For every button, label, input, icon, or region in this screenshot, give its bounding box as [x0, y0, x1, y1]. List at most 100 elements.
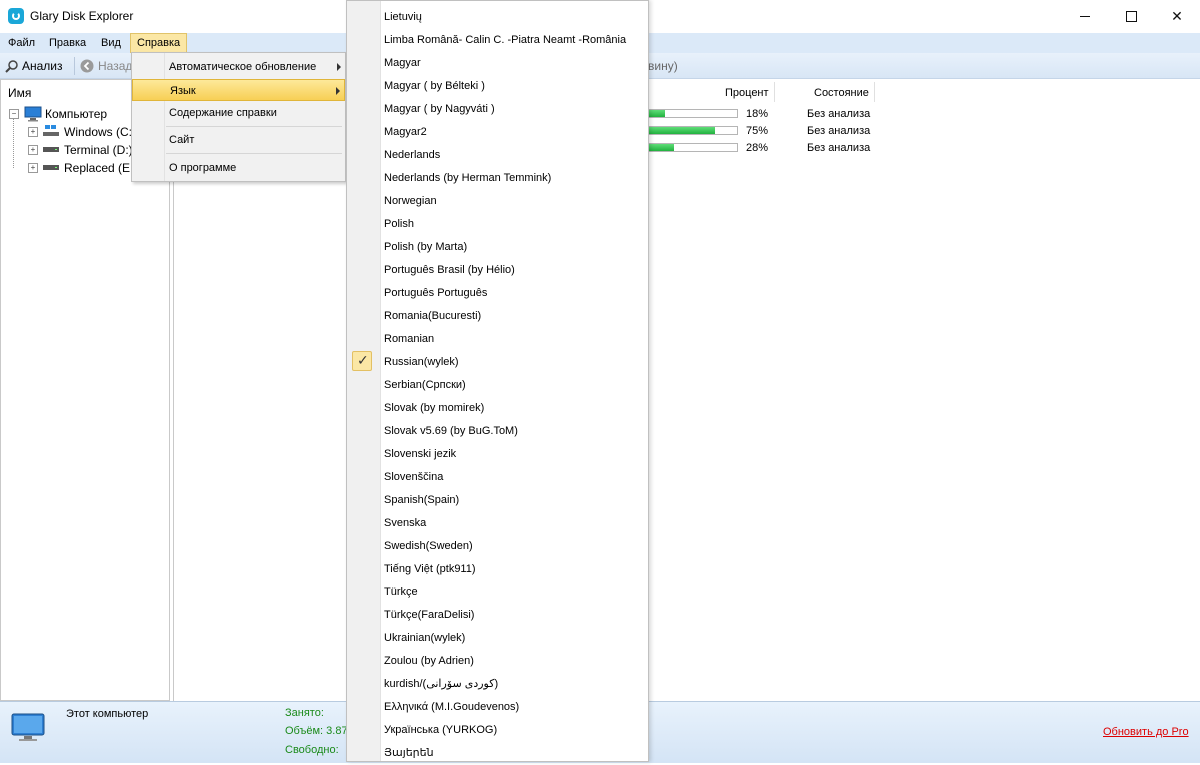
tree-item-drive[interactable]: Terminal (D:): [64, 141, 133, 159]
percent-value: 75%: [746, 125, 769, 137]
language-item[interactable]: Slovak v5.69 (by BuG.ToM): [384, 420, 518, 443]
tree-expander-drive-d[interactable]: +: [28, 145, 38, 155]
state-value: Без анализа: [807, 108, 871, 120]
menu-edit[interactable]: Правка: [43, 33, 92, 53]
percent-value: 28%: [746, 142, 769, 154]
language-item[interactable]: Tiếng Việt (ptk911): [384, 558, 476, 581]
language-item[interactable]: Slovenski jezik: [384, 443, 456, 466]
language-item[interactable]: Nederlands: [384, 144, 440, 167]
back-arrow-icon: [80, 59, 94, 73]
status-title: Этот компьютер: [66, 708, 149, 720]
window-title: Glary Disk Explorer: [30, 9, 134, 23]
language-item[interactable]: Ukrainian(wylek): [384, 627, 465, 650]
language-item[interactable]: Magyar2: [384, 121, 427, 144]
language-item[interactable]: Lietuvių: [384, 6, 422, 29]
language-item[interactable]: Polish: [384, 213, 414, 236]
windows-drive-icon: [43, 125, 59, 136]
language-item[interactable]: Zoulou (by Adrien): [384, 650, 474, 673]
language-item[interactable]: Swedish(Sweden): [384, 535, 473, 558]
language-item[interactable]: Russian(wylek): [384, 351, 459, 374]
menu-item-about[interactable]: О программе: [132, 157, 345, 179]
tree-expander-computer[interactable]: −: [9, 109, 19, 119]
language-item[interactable]: Romanian: [384, 328, 434, 351]
tree-item-computer[interactable]: Компьютер: [45, 105, 107, 123]
usage-progress-fill: [649, 110, 665, 117]
menu-file[interactable]: Файл: [2, 33, 41, 53]
language-menu-gutter: [347, 1, 381, 761]
back-button[interactable]: Назад: [80, 56, 132, 76]
submenu-arrow-icon: [336, 87, 340, 95]
usage-progress-bar: [648, 126, 738, 135]
language-item[interactable]: Svenska: [384, 512, 426, 535]
language-item[interactable]: Português Brasil (by Hélio): [384, 259, 515, 282]
language-menu: Lietuvių Limba Română- Calin C. -Piatra N…: [346, 0, 649, 762]
analyze-button[interactable]: Анализ: [4, 56, 63, 76]
checkmark-icon: [352, 351, 372, 371]
submenu-arrow-icon: [337, 63, 341, 71]
maximize-button[interactable]: [1108, 0, 1154, 33]
menu-item-label: Содержание справки: [169, 107, 277, 119]
menu-view[interactable]: Вид: [95, 33, 127, 53]
language-item[interactable]: Nederlands (by Herman Temmink): [384, 167, 551, 190]
menu-item-label: О программе: [169, 162, 237, 174]
column-header-percent[interactable]: Процент: [725, 87, 769, 99]
language-item[interactable]: Slovenščina: [384, 466, 443, 489]
language-item[interactable]: Polish (by Marta): [384, 236, 467, 259]
language-item[interactable]: Slovak (by momirek): [384, 397, 484, 420]
language-item[interactable]: Magyar ( by Nagyváti ): [384, 98, 495, 121]
toolbar-separator: [74, 57, 75, 75]
menu-item-help-contents[interactable]: Содержание справки: [132, 102, 345, 124]
menu-separator: [166, 153, 342, 154]
toolbar-path-text: вину): [648, 59, 678, 73]
tree-expander-drive-c[interactable]: +: [28, 127, 38, 137]
language-item[interactable]: Magyar: [384, 52, 421, 75]
computer-icon: [24, 106, 42, 122]
menu-item-label: Язык: [170, 85, 196, 97]
status-used: Занято:: [285, 707, 324, 719]
usage-progress-fill: [649, 127, 715, 134]
menu-help[interactable]: Справка: [130, 33, 188, 53]
column-divider: [874, 82, 875, 102]
status-free: Свободно:: [285, 744, 339, 756]
status-volume: Объём: 3.87: [285, 725, 348, 737]
menu-item-website[interactable]: Сайт: [132, 129, 345, 151]
menu-item-auto-update[interactable]: Автоматическое обновление: [132, 56, 345, 78]
tree-column-header[interactable]: Имя: [8, 86, 31, 100]
usage-progress-bar: [648, 143, 738, 152]
back-label: Назад: [98, 59, 133, 73]
language-item[interactable]: Spanish(Spain): [384, 489, 459, 512]
menu-item-label: Автоматическое обновление: [169, 61, 317, 73]
language-item[interactable]: Türkçe: [384, 581, 418, 604]
percent-value: 18%: [746, 108, 769, 120]
usage-progress-fill: [649, 144, 674, 151]
language-item[interactable]: kurdish/(کوردی سۆرانی): [384, 673, 498, 696]
upgrade-pro-link[interactable]: Обновить до Pro: [1103, 726, 1189, 738]
language-item[interactable]: Norwegian: [384, 190, 437, 213]
tree-item-drive[interactable]: Windows (C:: [64, 123, 132, 141]
language-item[interactable]: Português Português: [384, 282, 487, 305]
language-item[interactable]: Romania(Bucuresti): [384, 305, 481, 328]
language-item[interactable]: Українська (YURKOG): [384, 719, 497, 742]
menu-separator: [166, 126, 342, 127]
tree-item-drive[interactable]: Replaced (E:): [64, 159, 137, 177]
usage-progress-bar: [648, 109, 738, 118]
language-item[interactable]: Serbian(Српски): [384, 374, 466, 397]
state-value: Без анализа: [807, 125, 871, 137]
tree-expander-drive-e[interactable]: +: [28, 163, 38, 173]
column-header-state[interactable]: Состояние: [814, 87, 869, 99]
hard-drive-icon: [43, 165, 59, 170]
column-divider: [774, 82, 775, 102]
analyze-label: Анализ: [22, 59, 63, 73]
menu-item-label: Сайт: [169, 134, 195, 146]
monitor-icon: [11, 713, 45, 741]
tree-line: [13, 118, 15, 168]
language-item[interactable]: Türkçe(FaraDelisi): [384, 604, 474, 627]
language-item[interactable]: Magyar ( by Bélteki ): [384, 75, 485, 98]
language-item[interactable]: Ελληνικά (M.I.Goudevenos): [384, 696, 519, 719]
hard-drive-icon: [43, 147, 59, 152]
state-value: Без анализа: [807, 142, 871, 154]
language-item[interactable]: Limba Română- Calin C. -Piatra Neamt -Ro…: [384, 29, 626, 52]
minimize-button[interactable]: [1062, 0, 1108, 33]
close-button[interactable]: ✕: [1154, 0, 1200, 33]
menu-item-language[interactable]: Язык: [132, 79, 345, 101]
